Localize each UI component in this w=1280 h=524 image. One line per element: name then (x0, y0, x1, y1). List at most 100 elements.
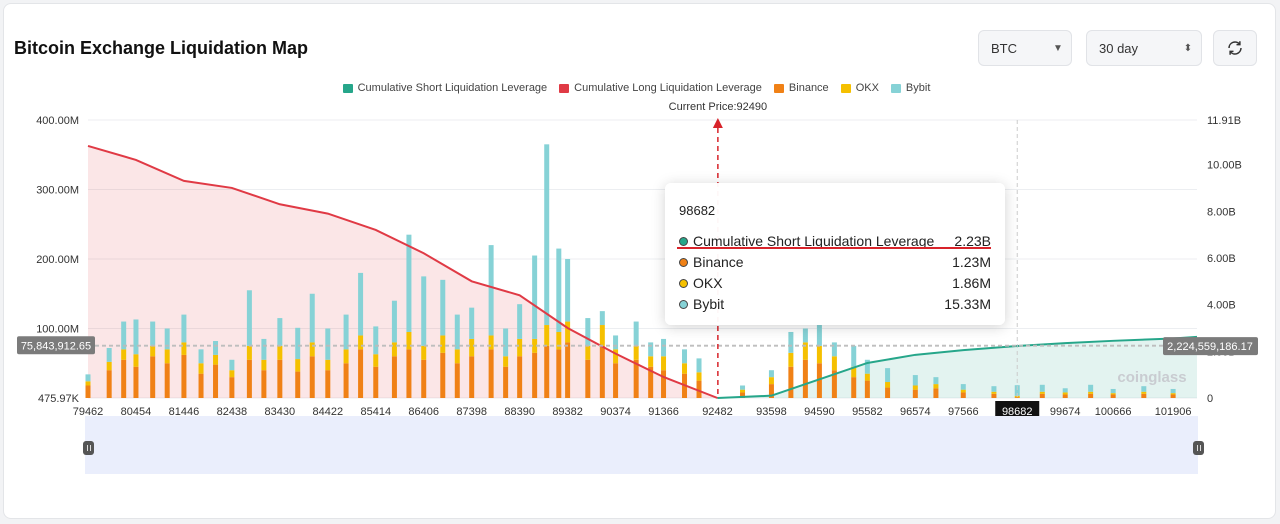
bar-bybit (229, 359, 235, 371)
bar-bybit (802, 328, 808, 343)
bar-okx (912, 385, 918, 390)
bar-binance (517, 356, 523, 398)
bar-bybit (1088, 384, 1094, 392)
current-price-label: Current Price:92490 (669, 101, 767, 113)
bar-bybit (198, 349, 204, 364)
bar-okx (85, 381, 91, 386)
bar-binance (1014, 397, 1020, 398)
bar-bybit (613, 335, 619, 350)
bar-bybit (181, 314, 187, 343)
bar-binance (802, 359, 808, 398)
bar-bybit (295, 327, 301, 360)
bar-okx (261, 359, 267, 371)
bar-okx (309, 342, 315, 357)
bar-bybit (440, 279, 446, 336)
bar-binance (1039, 393, 1045, 398)
bar-binance (309, 356, 315, 398)
bar-binance (851, 377, 857, 398)
bar-bybit (469, 307, 475, 339)
bar-binance (585, 359, 591, 398)
bar-bybit (343, 314, 349, 350)
bar-bybit (585, 318, 591, 346)
bar-bybit (696, 358, 702, 373)
bar-okx (277, 345, 283, 360)
bar-binance (1170, 394, 1176, 398)
bar-okx (440, 335, 446, 353)
bar-binance (229, 377, 235, 398)
bar-binance (556, 349, 562, 398)
bar-okx (1039, 391, 1045, 394)
range-handle-right[interactable] (1193, 441, 1204, 455)
bar-okx (788, 352, 794, 367)
bar-binance (991, 393, 997, 398)
bar-okx (599, 325, 605, 346)
bar-bybit (503, 328, 509, 357)
bar-okx (106, 361, 112, 371)
bar-okx (1062, 392, 1068, 395)
bar-binance (85, 385, 91, 398)
bar-bybit (406, 234, 412, 332)
bar-bybit (454, 314, 460, 350)
bar-binance (121, 359, 127, 398)
y-left-tick-label: 400.00M (36, 115, 79, 127)
y-right-tick-label: 0 (1207, 393, 1213, 405)
range-slider[interactable] (85, 416, 1198, 474)
bar-binance (599, 345, 605, 398)
bar-binance (454, 363, 460, 398)
bar-bybit (517, 304, 523, 339)
bar-okx (246, 345, 252, 360)
bar-okx (121, 349, 127, 360)
bar-okx (1141, 391, 1147, 394)
bar-binance (246, 359, 252, 398)
bar-binance (661, 370, 667, 398)
bar-binance (488, 349, 494, 398)
tooltip-label: Binance (693, 254, 744, 270)
bar-binance (960, 392, 966, 398)
bar-bybit (106, 347, 112, 362)
bar-binance (933, 388, 939, 398)
bar-okx (633, 345, 639, 360)
bar-okx (885, 382, 891, 388)
y-left-tick-label: 100.00M (36, 324, 79, 336)
bar-okx (648, 356, 654, 367)
bar-bybit (325, 328, 331, 360)
bar-okx (325, 359, 331, 371)
y-right-tick-label: 4.00B (1207, 300, 1236, 312)
bar-binance (440, 352, 446, 398)
bar-binance (181, 354, 187, 398)
bar-okx (517, 338, 523, 357)
bar-bybit (488, 245, 494, 336)
y-left-tick-label: 475.97K (38, 393, 80, 405)
bar-binance (1141, 393, 1147, 398)
bar-okx (544, 325, 550, 346)
bar-okx (556, 331, 562, 350)
bar-okx (181, 342, 187, 355)
bar-okx (613, 349, 619, 364)
bar-okx (1170, 393, 1176, 395)
bar-binance (343, 363, 349, 398)
bar-binance (788, 366, 794, 398)
bar-binance (277, 359, 283, 398)
bar-bybit (277, 318, 283, 346)
bar-bybit (358, 272, 364, 336)
y-left-tick-label: 200.00M (36, 254, 79, 266)
bar-bybit (565, 259, 571, 322)
range-handle-left[interactable] (83, 441, 94, 455)
bar-binance (885, 387, 891, 398)
y-right-tick-label: 10.00B (1207, 160, 1242, 172)
y-right-tick-label: 6.00B (1207, 253, 1236, 265)
bar-binance (198, 373, 204, 398)
bar-okx (503, 356, 509, 367)
tooltip-row-bybit: Bybit 15.33M (679, 296, 991, 312)
bar-bybit (421, 276, 427, 346)
bar-binance (106, 370, 112, 398)
bar-binance (1088, 393, 1094, 398)
bar-okx (198, 363, 204, 374)
y-left-tick-label: 300.00M (36, 185, 79, 197)
bar-bybit (1039, 384, 1045, 392)
bar-bybit (816, 325, 822, 346)
bar-binance (406, 349, 412, 398)
tooltip-value: 1.23M (952, 254, 991, 270)
tooltip-row-binance: Binance 1.23M (679, 254, 991, 270)
bar-bybit (1062, 388, 1068, 393)
